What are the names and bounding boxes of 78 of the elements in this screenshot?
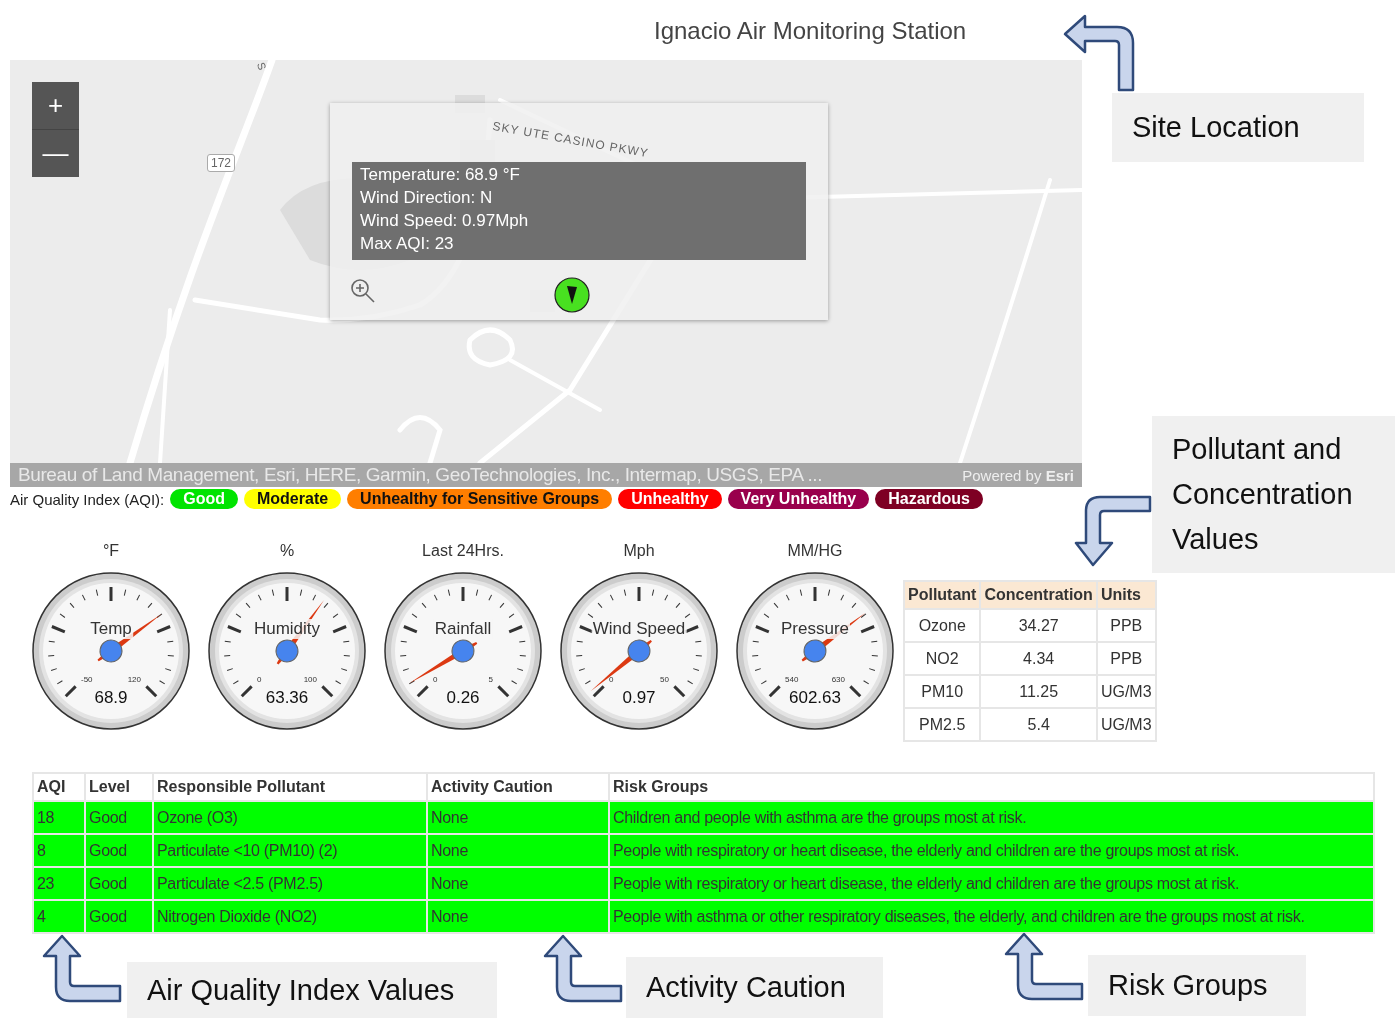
curved-arrow-icon	[543, 934, 623, 1004]
table-cell: None	[427, 801, 609, 834]
info-line: Wind Speed: 0.97Mph	[360, 210, 529, 232]
gauge-min-label: 0	[609, 675, 614, 684]
gauge-label: Humidity	[252, 619, 322, 639]
column-header: Units	[1096, 581, 1156, 609]
gauge-value: 63.36	[265, 688, 309, 708]
aqi-level-pill: Good	[170, 489, 238, 509]
gauge-min-label: 0	[257, 675, 262, 684]
zoom-in-button[interactable]: +	[32, 82, 79, 129]
gauge-unit: °F	[102, 541, 120, 561]
annotation-label: Air Quality Index Values	[127, 962, 497, 1018]
zoom-out-button[interactable]: —	[32, 130, 79, 177]
aqi-level-pill: Unhealthy for Sensitive Groups	[347, 489, 613, 509]
table-cell: NO2	[904, 642, 981, 675]
gauge-max-label: 100	[303, 675, 317, 684]
table-cell: 34.27	[980, 609, 1097, 642]
table-cell: Good	[85, 900, 153, 933]
table-cell: PPB	[1096, 609, 1156, 642]
annotation-label: Risk Groups	[1088, 955, 1306, 1016]
gauge-label: Pressure	[780, 619, 850, 639]
curved-arrow-icon	[42, 934, 122, 1004]
gauge-unit: Last 24Hrs.	[422, 541, 504, 561]
table-cell: Ozone (O3)	[153, 801, 427, 834]
gauge-label: Temp	[89, 619, 133, 639]
zoom-to-icon[interactable]	[350, 278, 376, 304]
gauge-unit: %	[279, 541, 295, 561]
gauge-value: 602.63	[789, 688, 841, 708]
table-cell: Nitrogen Dioxide (NO2)	[153, 900, 427, 933]
annotation-label: Activity Caution	[626, 957, 883, 1018]
column-header: Concentration	[980, 581, 1097, 609]
wind-direction-marker-icon[interactable]	[553, 276, 591, 314]
table-cell: None	[427, 900, 609, 933]
info-line: Temperature: 68.9 °F	[360, 164, 520, 186]
gauge-value: 68.9	[94, 688, 128, 708]
gauge-max-label: 5	[488, 675, 493, 684]
aqi-level-pill: Hazardous	[875, 489, 983, 509]
table-cell: UG/M3	[1096, 675, 1156, 708]
curved-arrow-icon	[1074, 495, 1152, 567]
gauge-min-label: 0	[433, 675, 438, 684]
legend-label: Air Quality Index (AQI):	[10, 490, 165, 508]
info-line: Wind Direction: N	[360, 187, 493, 209]
info-line: Max AQI: 23	[360, 233, 454, 255]
table-cell: PPB	[1096, 642, 1156, 675]
gauge-unit: MM/HG	[787, 541, 843, 561]
gauge-min-label: -50	[81, 675, 93, 684]
gauge-value: 0.26	[446, 688, 480, 708]
road-label: S	[254, 60, 269, 72]
map-attribution: Bureau of Land Management, Esri, HERE, Garmin, GeoTechnologies, Inc., Intermap, USGS, EPA ...	[18, 464, 823, 486]
annotation-label: Pollutant and Concentration Values	[1152, 416, 1395, 573]
table-cell: 4	[33, 900, 85, 933]
gauge-max-label: 630	[831, 675, 845, 684]
gauge-max-label: 50	[660, 675, 669, 684]
table-cell: PM2.5	[904, 708, 981, 741]
road-label: SKY UTE CASINO PKWY	[491, 119, 650, 161]
table-cell: Ozone	[904, 609, 981, 642]
aqi-level-pill: Very Unhealthy	[727, 489, 870, 509]
table-cell: People with asthma or other respiratory diseases, the elderly, and children are the groups most at risk.	[609, 900, 1374, 933]
table-cell: 11.25	[980, 675, 1097, 708]
column-header: Pollutant	[904, 581, 981, 609]
gauge-min-label: 540	[785, 675, 799, 684]
curved-arrow-icon	[1004, 932, 1084, 1002]
table-cell: 4.34	[980, 642, 1097, 675]
table-cell: PM10	[904, 675, 981, 708]
gauge-max-label: 120	[127, 675, 141, 684]
aqi-level-pill: Moderate	[244, 489, 342, 509]
gauge-value: 0.97	[622, 688, 656, 708]
station-title: Ignacio Air Monitoring Station	[653, 16, 967, 46]
table-cell: 18	[33, 801, 85, 834]
annotation-label: Site Location	[1112, 93, 1364, 162]
table-cell: UG/M3	[1096, 708, 1156, 741]
route-shield: 172	[207, 154, 236, 172]
aqi-level-pill: Unhealthy	[618, 489, 722, 509]
gauge-unit: Mph	[623, 541, 655, 561]
curved-arrow-icon	[1063, 14, 1137, 92]
table-cell: 5.4	[980, 708, 1097, 741]
gauge-label: Wind Speed	[591, 619, 687, 639]
table-cell: Children and people with asthma are the groups most at risk.	[609, 801, 1374, 834]
